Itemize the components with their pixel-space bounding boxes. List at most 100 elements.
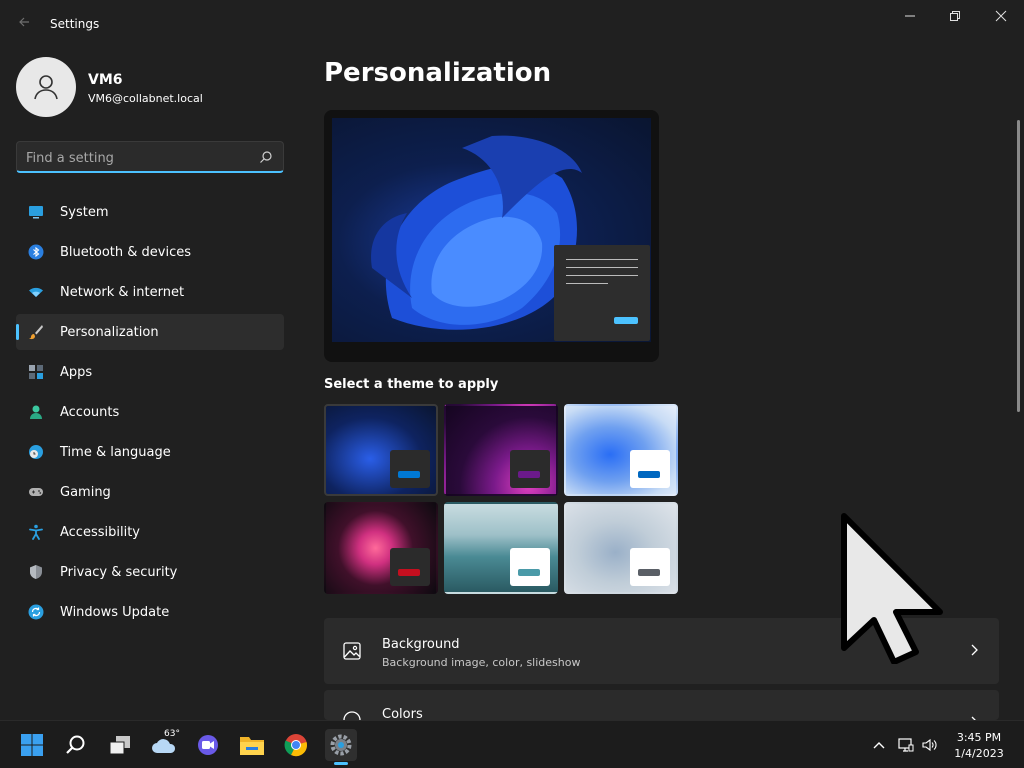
taskbar: 63° 3:45 PM 1/4/2023 xyxy=(0,720,1024,768)
preview-line xyxy=(566,259,638,260)
folder-icon xyxy=(240,737,264,755)
monitor-icon xyxy=(29,206,43,219)
task-view-button[interactable] xyxy=(104,729,136,761)
sidebar-item-label: Windows Update xyxy=(60,604,170,620)
file-explorer-button[interactable] xyxy=(236,729,268,761)
preview-wallpaper xyxy=(332,118,651,342)
card-title: Colors xyxy=(382,707,423,720)
chat-icon xyxy=(198,735,218,755)
search-input[interactable] xyxy=(26,148,246,168)
title-bar: Settings xyxy=(0,0,1024,48)
sidebar-item-network[interactable]: Network & internet xyxy=(16,274,284,310)
sidebar-item-privacy-security[interactable]: Privacy & security xyxy=(16,554,284,590)
preview-line xyxy=(566,275,638,276)
scrollbar[interactable] xyxy=(1017,120,1020,412)
sidebar-item-gaming[interactable]: Gaming xyxy=(16,474,284,510)
restore-button[interactable] xyxy=(933,6,977,28)
chevron-right-icon xyxy=(971,644,978,656)
weather-temperature: 63° xyxy=(164,729,180,739)
preview-window xyxy=(554,245,650,341)
search-taskbar-button[interactable] xyxy=(60,729,92,761)
sidebar-item-label: Privacy & security xyxy=(60,564,178,580)
theme-tile-windows-dark[interactable] xyxy=(324,404,438,496)
sidebar-item-label: Network & internet xyxy=(60,284,185,300)
close-icon xyxy=(995,10,1007,22)
theme-window-preview xyxy=(630,548,670,586)
clock-date[interactable]: 1/4/2023 xyxy=(952,747,1006,760)
theme-window-preview xyxy=(390,450,430,488)
theme-window-preview xyxy=(390,548,430,586)
theme-tile-captured-motion[interactable] xyxy=(324,502,438,594)
sidebar-item-accounts[interactable]: Accounts xyxy=(16,394,284,430)
sidebar-item-apps[interactable]: Apps xyxy=(16,354,284,390)
person-icon xyxy=(34,75,58,100)
colors-card[interactable]: Colors xyxy=(324,690,999,720)
volume-icon[interactable] xyxy=(922,737,938,753)
theme-tile-windows-light[interactable] xyxy=(564,404,678,496)
sidebar-item-label: System xyxy=(60,204,109,220)
apps-icon xyxy=(29,365,43,379)
accessibility-icon xyxy=(29,524,43,540)
sidebar-item-time-language[interactable]: Time & language xyxy=(16,434,284,470)
back-button[interactable] xyxy=(12,12,36,36)
chevron-up-icon[interactable] xyxy=(871,737,887,753)
sidebar-item-label: Apps xyxy=(60,364,93,380)
chrome-icon xyxy=(284,734,307,757)
settings-taskbar-button[interactable] xyxy=(325,729,357,761)
card-description: Background image, color, slideshow xyxy=(382,656,581,669)
minimize-icon xyxy=(905,15,915,17)
theme-tile-sunrise[interactable] xyxy=(444,502,558,594)
sidebar-item-label: Bluetooth & devices xyxy=(60,244,191,260)
gear-icon xyxy=(330,734,352,756)
page-title: Personalization xyxy=(324,58,552,88)
search-box[interactable] xyxy=(16,141,284,173)
brush-icon xyxy=(29,325,43,340)
theme-window-preview xyxy=(510,548,550,586)
sidebar-item-accessibility[interactable]: Accessibility xyxy=(16,514,284,550)
restore-icon xyxy=(950,11,960,21)
gamepad-icon xyxy=(29,488,43,496)
sidebar-item-system[interactable]: System xyxy=(16,194,284,230)
sidebar-item-windows-update[interactable]: Windows Update xyxy=(16,594,284,630)
network-icon[interactable] xyxy=(898,737,914,753)
sidebar-item-label: Time & language xyxy=(60,444,171,460)
avatar[interactable] xyxy=(16,57,76,117)
windows-logo-icon xyxy=(21,734,43,756)
start-button[interactable] xyxy=(16,729,48,761)
clock-globe-icon xyxy=(29,445,43,459)
clock-time[interactable]: 3:45 PM xyxy=(952,731,1006,744)
theme-accent-swatch xyxy=(398,569,420,576)
back-arrow-icon xyxy=(19,17,29,27)
theme-accent-swatch xyxy=(638,569,660,576)
search-icon xyxy=(66,735,85,754)
wifi-icon xyxy=(29,287,43,297)
mouse-cursor-icon xyxy=(841,513,943,664)
close-button[interactable] xyxy=(979,6,1023,28)
sidebar-item-bluetooth[interactable]: Bluetooth & devices xyxy=(16,234,284,270)
profile-name: VM6 xyxy=(88,72,123,88)
theme-section-label: Select a theme to apply xyxy=(324,377,499,392)
theme-preview xyxy=(324,110,659,362)
preview-line xyxy=(566,267,638,268)
sidebar-item-label: Personalization xyxy=(60,324,159,340)
theme-window-preview xyxy=(510,450,550,488)
shield-icon xyxy=(30,565,42,579)
minimize-button[interactable] xyxy=(888,6,932,28)
search-icon[interactable] xyxy=(259,150,273,164)
sidebar-nav: System Bluetooth & devices Network & int… xyxy=(16,194,284,634)
image-icon xyxy=(343,642,361,660)
sidebar-item-label: Accessibility xyxy=(60,524,140,540)
preview-line xyxy=(566,283,608,284)
sidebar-item-label: Accounts xyxy=(60,404,120,420)
bluetooth-icon xyxy=(28,244,44,260)
sidebar-item-personalization[interactable]: Personalization xyxy=(16,314,284,350)
theme-tile-glow[interactable] xyxy=(444,404,558,496)
theme-accent-swatch xyxy=(398,471,420,478)
chrome-button[interactable] xyxy=(280,729,312,761)
profile-email: VM6@collabnet.local xyxy=(88,92,203,105)
task-view-icon xyxy=(109,736,130,755)
person-icon xyxy=(30,405,42,419)
theme-tile-flow[interactable] xyxy=(564,502,678,594)
theme-window-preview xyxy=(630,450,670,488)
teams-chat-button[interactable] xyxy=(192,729,224,761)
